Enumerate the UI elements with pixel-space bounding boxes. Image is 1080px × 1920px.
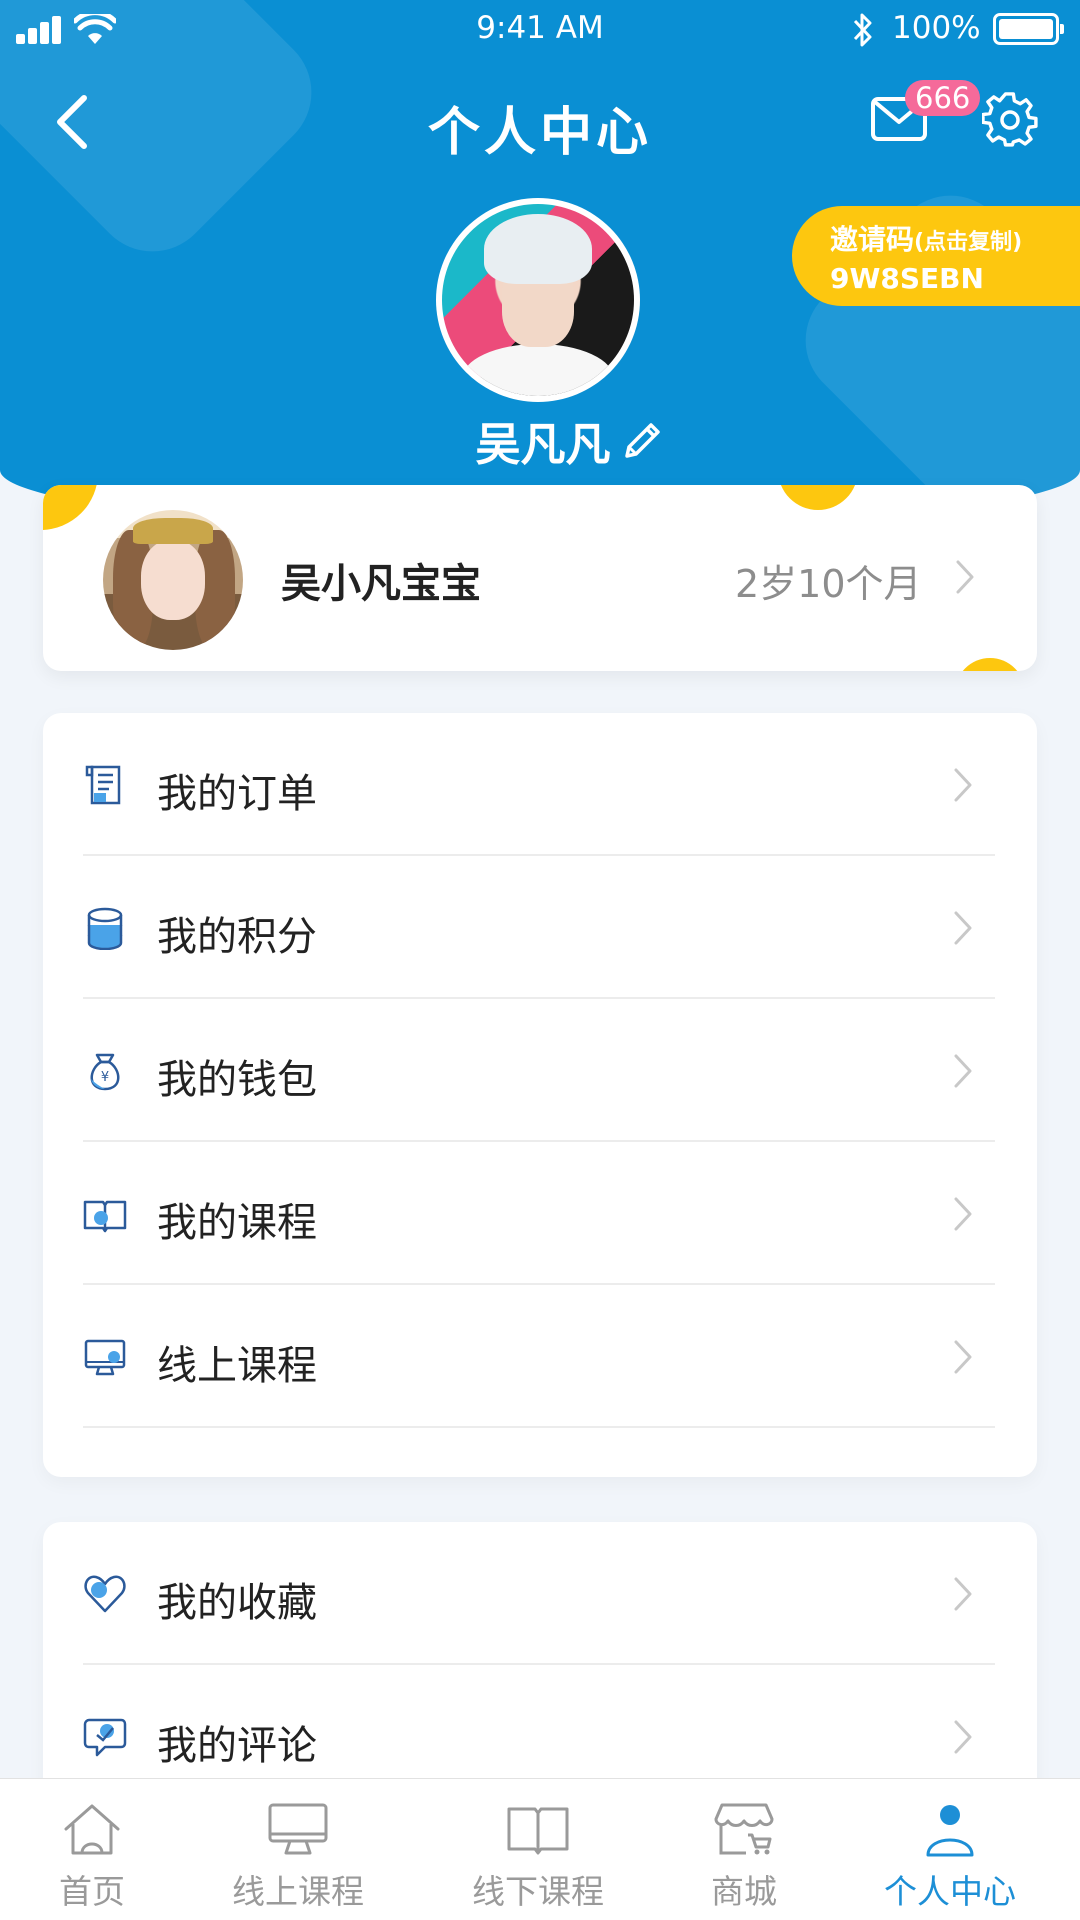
battery-icon xyxy=(993,13,1064,45)
status-bar: 9:41 AM 100% xyxy=(0,0,1080,58)
user-avatar-photo xyxy=(442,204,634,396)
menu-label: 我的收藏 xyxy=(157,1580,317,1626)
monitor-icon xyxy=(84,1339,126,1376)
menu-label: 线上课程 xyxy=(157,1343,317,1389)
menu-item-my-courses[interactable]: 我的课程 xyxy=(43,1142,1037,1285)
tab-label: 个人中心 xyxy=(884,1872,1016,1911)
tab-label: 首页 xyxy=(59,1872,125,1911)
child-profile-card[interactable]: 吴小凡宝宝 2岁10个月 xyxy=(43,485,1037,671)
menu-card-main: 我的订单 我的积分 ¥ 我的钱包 我的课程 线上课程 xyxy=(43,713,1037,1477)
book-icon xyxy=(507,1807,569,1855)
chevron-right-icon xyxy=(954,768,972,802)
tab-profile[interactable]: 个人中心 xyxy=(880,1779,1020,1920)
invite-label: 邀请码 xyxy=(830,223,915,256)
menu-item-favorites[interactable]: 我的收藏 xyxy=(43,1522,1037,1665)
tab-shop[interactable]: 商城 xyxy=(690,1779,798,1920)
home-icon xyxy=(64,1804,120,1855)
menu-label: 我的积分 xyxy=(157,914,317,960)
menu-label: 我的订单 xyxy=(157,771,317,817)
chevron-right-icon xyxy=(956,560,974,594)
tab-offline-courses[interactable]: 线下课程 xyxy=(458,1779,618,1920)
monitor-icon xyxy=(268,1803,328,1855)
tab-label: 线下课程 xyxy=(472,1872,604,1911)
child-avatar xyxy=(103,510,243,650)
username: 吴凡凡 xyxy=(0,408,1080,473)
tab-label: 线上课程 xyxy=(232,1872,364,1911)
chevron-right-icon xyxy=(954,1197,972,1231)
battery-percent: 100% xyxy=(892,10,981,46)
person-icon xyxy=(926,1805,974,1857)
tab-home[interactable]: 首页 xyxy=(30,1779,154,1920)
menu-item-orders[interactable]: 我的订单 xyxy=(43,713,1037,856)
heart-icon xyxy=(84,1575,126,1613)
shop-icon xyxy=(714,1803,774,1855)
money-bag-icon: ¥ xyxy=(90,1053,120,1091)
child-age: 2岁10个月 xyxy=(735,562,922,606)
decorative-dot xyxy=(43,485,98,530)
child-name: 吴小凡宝宝 xyxy=(281,561,481,607)
tab-online-courses[interactable]: 线上课程 xyxy=(218,1779,378,1920)
unread-badge: 666 xyxy=(905,80,981,116)
order-icon xyxy=(85,765,121,805)
invite-code-copy-button[interactable]: 邀请码(点击复制) 9W8SEBN xyxy=(792,206,1080,306)
comment-icon xyxy=(83,1718,127,1757)
tab-label: 商城 xyxy=(711,1872,777,1911)
menu-label: 我的课程 xyxy=(157,1200,317,1246)
profile-header: 9:41 AM 100% 个人中心 666 吴凡凡 邀请码(点击复制) 9W8S… xyxy=(0,0,1080,530)
book-icon xyxy=(83,1200,127,1233)
svg-text:¥: ¥ xyxy=(101,1070,109,1085)
chevron-right-icon xyxy=(954,1720,972,1754)
menu-item-points[interactable]: 我的积分 xyxy=(43,856,1037,999)
decorative-dot xyxy=(955,658,1025,671)
invite-copy-hint: (点击复制) xyxy=(914,230,1023,255)
menu-label: 我的钱包 xyxy=(157,1057,317,1103)
chevron-right-icon xyxy=(954,1054,972,1088)
bottom-tab-bar: 首页 线上课程 线下课程 商城 个人中心 xyxy=(0,1778,1080,1920)
username-text: 吴凡凡 xyxy=(475,418,611,471)
user-avatar[interactable] xyxy=(436,198,640,402)
gear-icon[interactable] xyxy=(982,92,1038,148)
chevron-right-icon xyxy=(954,1340,972,1374)
decorative-dot xyxy=(778,485,858,510)
pencil-edit-icon[interactable] xyxy=(619,418,665,464)
bluetooth-icon xyxy=(853,13,872,47)
coins-icon xyxy=(87,907,123,950)
invite-code: 9W8SEBN xyxy=(830,262,984,295)
chevron-right-icon xyxy=(954,1577,972,1611)
menu-label: 我的评论 xyxy=(157,1723,317,1769)
chevron-right-icon xyxy=(954,911,972,945)
menu-item-online-courses[interactable]: 线上课程 xyxy=(43,1285,1037,1428)
menu-item-wallet[interactable]: ¥ 我的钱包 xyxy=(43,999,1037,1142)
